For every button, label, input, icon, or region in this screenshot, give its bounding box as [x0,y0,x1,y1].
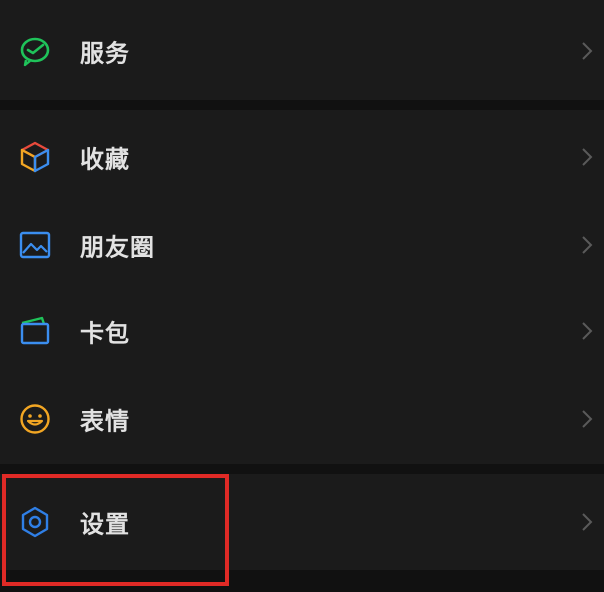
menu-item-services[interactable]: 服务 [0,8,604,94]
card-wallet-icon [18,314,52,348]
menu-item-label: 表情 [80,407,130,436]
menu-group-main: 收藏 朋友圈 卡包 表情 [0,110,604,464]
menu-item-label: 卡包 [80,319,130,348]
gear-icon [18,505,52,539]
menu-item-label: 服务 [80,39,130,68]
chevron-right-icon [580,408,594,430]
menu-group-settings: 设置 [0,474,604,570]
menu-item-stickers[interactable]: 表情 [0,376,604,462]
chevron-right-icon [580,320,594,342]
menu-item-label: 收藏 [80,145,130,174]
chevron-right-icon [580,511,594,533]
menu-item-favorites[interactable]: 收藏 [0,114,604,200]
menu-item-settings[interactable]: 设置 [0,479,604,565]
chevron-right-icon [580,234,594,256]
emoji-smile-icon [18,402,52,436]
menu-group-services: 服务 [0,0,604,100]
menu-item-moments[interactable]: 朋友圈 [0,202,604,288]
chevron-right-icon [580,40,594,62]
chevron-right-icon [580,146,594,168]
favorites-cube-icon [18,140,52,174]
menu-item-label: 设置 [80,510,130,539]
moments-image-icon [18,228,52,262]
me-menu-screen: 服务 收藏 朋友圈 卡包 表情 设置 [0,0,604,592]
menu-item-card-wallet[interactable]: 卡包 [0,288,604,374]
wechat-pay-icon [18,34,52,68]
menu-item-label: 朋友圈 [80,233,155,262]
